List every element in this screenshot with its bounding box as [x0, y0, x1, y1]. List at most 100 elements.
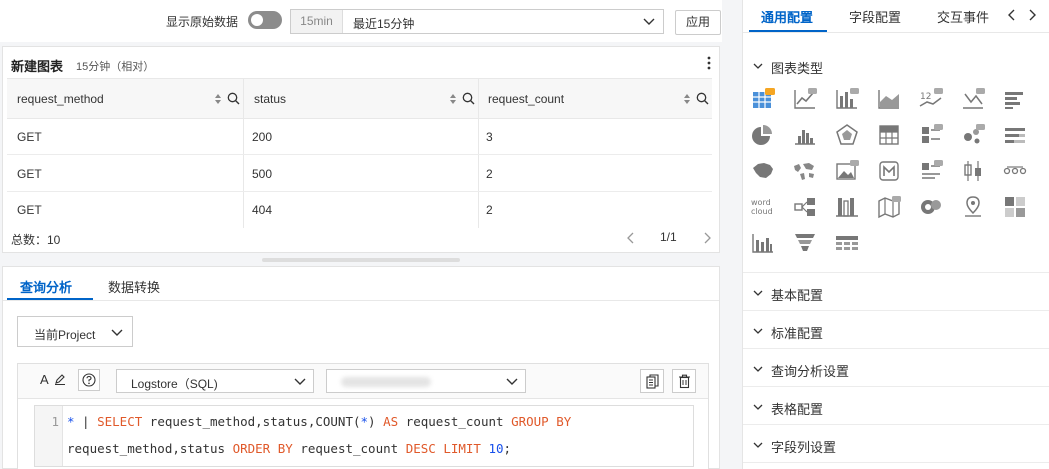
project-select[interactable]: 当前Project: [17, 316, 133, 347]
radar-chart-icon[interactable]: [833, 122, 861, 148]
column-header-label: status: [254, 92, 287, 106]
chevron-down-icon[interactable]: [753, 288, 763, 298]
bubble-chart-icon[interactable]: [959, 122, 987, 148]
resize-handle[interactable]: [262, 258, 460, 262]
section-query-analysis-settings[interactable]: 查询分析设置: [771, 361, 849, 380]
help-button[interactable]: [78, 369, 100, 391]
area-chart-icon[interactable]: [875, 86, 903, 112]
china-map-icon[interactable]: [749, 158, 777, 184]
column-header[interactable]: request_count: [478, 79, 712, 118]
waterfall-chart-icon[interactable]: [749, 230, 777, 256]
location-chart-icon[interactable]: [959, 194, 987, 220]
pen-icon[interactable]: [54, 373, 66, 385]
show-raw-data-toggle[interactable]: [248, 11, 282, 29]
config-panel: 通用配置 字段配置 交互事件 图表类型 12 word cloud 基本配置 标…: [742, 0, 1049, 469]
time-range-select[interactable]: 15min 最近15分钟: [290, 9, 664, 34]
section-standard-config[interactable]: 标准配置: [771, 323, 823, 342]
delete-button[interactable]: [672, 369, 696, 393]
timeline-chart-icon[interactable]: [917, 158, 945, 184]
pie-chart-icon[interactable]: [749, 122, 777, 148]
funnel-chart-icon[interactable]: [791, 230, 819, 256]
column-layout-chart-icon[interactable]: [833, 194, 861, 220]
column-header-label: request_count: [488, 92, 565, 106]
search-icon[interactable]: [462, 92, 475, 105]
bar-chart-icon[interactable]: [833, 86, 861, 112]
candlestick-chart-icon[interactable]: [959, 158, 987, 184]
cross-table-chart-icon[interactable]: [875, 122, 903, 148]
chevron-down-icon: [111, 329, 123, 336]
tab-interaction-events[interactable]: 交互事件: [937, 7, 989, 26]
table-row[interactable]: GET 404 2: [7, 192, 712, 228]
chevron-down-icon[interactable]: [753, 440, 763, 450]
column-header[interactable]: request_method: [7, 79, 243, 118]
chart-title: 新建图表: [11, 59, 64, 74]
markdown-chart-icon[interactable]: [875, 158, 903, 184]
flow-chart-icon[interactable]: [1001, 158, 1029, 184]
chart-type-section-title[interactable]: 图表类型: [771, 58, 823, 77]
map-chart-icon[interactable]: [875, 194, 903, 220]
table-cell: 2: [486, 167, 493, 181]
progress-bar-chart-icon[interactable]: [1001, 122, 1029, 148]
section-table-config[interactable]: 表格配置: [771, 399, 823, 418]
tab-query-analysis[interactable]: 查询分析: [20, 277, 72, 296]
word-cloud-chart-icon[interactable]: wordcloud: [749, 194, 777, 220]
line-number: 1: [51, 414, 59, 429]
svg-text:cloud: cloud: [751, 207, 773, 216]
histogram-chart-icon[interactable]: [791, 122, 819, 148]
grid-table-chart-icon[interactable]: [833, 230, 861, 256]
chevron-left-icon[interactable]: [626, 232, 636, 244]
search-icon[interactable]: [227, 92, 240, 105]
chevron-right-icon[interactable]: [1027, 8, 1037, 22]
chevron-left-icon[interactable]: [1007, 8, 1017, 22]
active-tab-indicator: [7, 298, 93, 300]
line-chart-icon[interactable]: [791, 86, 819, 112]
chevron-down-icon[interactable]: [753, 61, 763, 71]
sort-icon[interactable]: [449, 93, 457, 105]
section-divider: [743, 348, 1049, 349]
gauge-cloud-chart-icon[interactable]: [917, 194, 945, 220]
logstore-select[interactable]: [326, 369, 526, 393]
active-tab-indicator: [749, 30, 827, 32]
image-chart-icon[interactable]: [833, 158, 861, 184]
svg-text:12: 12: [920, 92, 931, 102]
time-range-value: 最近15分钟: [353, 17, 415, 31]
section-field-column-settings[interactable]: 字段列设置: [771, 437, 836, 456]
tab-field-config[interactable]: 字段配置: [849, 7, 901, 26]
time-range-tag: 15min: [291, 10, 343, 33]
section-basic-config[interactable]: 基本配置: [771, 285, 823, 304]
heatmap-chart-icon[interactable]: [1001, 194, 1029, 220]
column-header[interactable]: status: [244, 79, 480, 118]
stacked-bar-chart-icon[interactable]: [1001, 86, 1029, 112]
apply-button[interactable]: 应用: [675, 10, 721, 35]
line-number-gutter: 1: [35, 406, 63, 466]
sort-icon[interactable]: [214, 93, 222, 105]
table-cell: GET: [17, 203, 42, 217]
world-map-icon[interactable]: [791, 158, 819, 184]
sort-icon[interactable]: [683, 93, 691, 105]
chevron-down-icon[interactable]: [753, 402, 763, 412]
logstore-type-select[interactable]: Logstore（SQL): [116, 369, 314, 393]
table-row[interactable]: GET 500 2: [7, 156, 712, 192]
topology-chart-icon[interactable]: [791, 194, 819, 220]
chevron-down-icon: [294, 378, 306, 385]
chevron-down-icon[interactable]: [753, 326, 763, 336]
left-panel: 显示原始数据 15min 最近15分钟 应用 新建图表 15分钟（相对） req…: [0, 0, 722, 469]
font-size-button[interactable]: A: [40, 372, 49, 387]
tab-data-transform[interactable]: 数据转换: [108, 277, 160, 296]
copy-button[interactable]: [640, 369, 664, 393]
sql-code-editor[interactable]: 1 * | SELECT request_method,status,COUNT…: [34, 405, 694, 467]
chevron-down-icon[interactable]: [753, 364, 763, 374]
search-icon[interactable]: [696, 92, 709, 105]
query-panel: 查询分析 数据转换 当前Project A Logstore（SQL) 1 * …: [2, 266, 720, 469]
tab-general-config[interactable]: 通用配置: [761, 7, 813, 26]
section-divider: [743, 462, 1049, 463]
more-vertical-icon[interactable]: [707, 56, 711, 70]
table-cell: GET: [17, 130, 42, 144]
chevron-right-icon[interactable]: [702, 232, 712, 244]
table-chart-icon[interactable]: [749, 86, 777, 112]
scatter-trend-chart-icon[interactable]: [959, 86, 987, 112]
table-cell: 3: [486, 130, 493, 144]
table-row[interactable]: GET 200 3: [7, 119, 712, 155]
single-value-chart-icon[interactable]: 12: [917, 86, 945, 112]
list-chart-icon[interactable]: [917, 122, 945, 148]
